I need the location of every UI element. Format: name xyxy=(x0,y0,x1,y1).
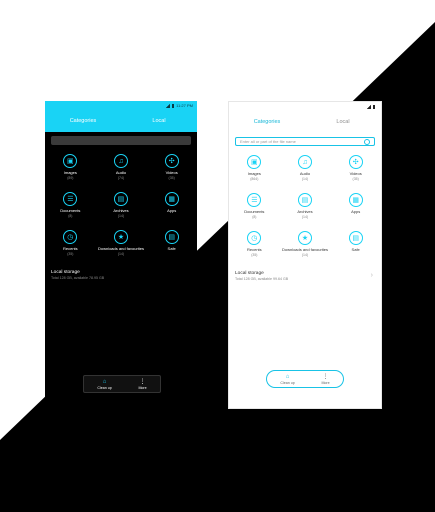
more-button[interactable]: ⋮ More xyxy=(138,379,146,390)
tab-bar: Categories Local xyxy=(229,111,381,133)
category-count: (14) xyxy=(117,213,125,218)
category-documents[interactable]: ☰ Documents (8) xyxy=(229,193,280,227)
tab-categories[interactable]: Categories xyxy=(45,118,121,124)
bottom-action-bar: ⌂ Clean up ⋮ More xyxy=(83,375,161,393)
category-archives[interactable]: ▤ Archives (14) xyxy=(96,192,147,226)
local-storage-item[interactable]: Local storage Total 128 GB, available 99… xyxy=(229,271,381,281)
videos-icon: ✣ xyxy=(164,154,179,168)
more-icon: ⋮ xyxy=(322,373,329,380)
category-count: (14) xyxy=(301,176,309,181)
star-icon: ★ xyxy=(113,230,128,244)
clean-up-button[interactable]: ⌂ Clean up xyxy=(280,374,294,385)
broom-icon: ⌂ xyxy=(285,373,290,380)
search-input[interactable] xyxy=(51,136,191,145)
category-count: (14) xyxy=(117,251,125,256)
archives-icon: ▤ xyxy=(113,192,128,206)
search-input[interactable]: Enter all or part of the file name xyxy=(235,137,375,146)
category-count: (8) xyxy=(68,213,73,218)
category-count: (35) xyxy=(168,175,175,180)
voice-search-icon[interactable] xyxy=(364,138,370,145)
category-videos[interactable]: ✣ Videos (35) xyxy=(146,154,197,188)
category-downloads-and-favourites[interactable]: ★ Downloads and favourites (14) xyxy=(280,231,331,265)
images-icon: ▣ xyxy=(63,154,78,168)
battery-icon xyxy=(373,104,375,109)
category-audio[interactable]: ♫ Audio (74) xyxy=(96,154,147,188)
category-safe[interactable]: ▤ Safe xyxy=(146,230,197,264)
archives-icon: ▤ xyxy=(297,193,312,207)
more-label: More xyxy=(321,380,330,385)
more-label: More xyxy=(138,385,147,390)
audio-icon: ♫ xyxy=(113,154,128,168)
storage-subtitle: Total 128 GB, available 78.95 GB xyxy=(51,276,105,280)
dark-theme-phone: 11:27 PM Categories Local ▣ Images (89) ♫ Au… xyxy=(45,101,197,409)
category-label: Safe xyxy=(167,246,176,251)
category-grid: ▣ Images (864) ♫ Audio (14) ✣ Videos (35) ☰ Docume… xyxy=(229,155,381,265)
safe-icon: ▤ xyxy=(348,231,363,245)
category-label: Apps xyxy=(351,209,361,214)
status-time: 11:27 PM xyxy=(176,103,193,108)
category-count: (35) xyxy=(251,252,258,257)
tab-local[interactable]: Local xyxy=(121,118,197,124)
category-images[interactable]: ▣ Images (89) xyxy=(45,154,96,188)
battery-icon xyxy=(172,103,175,108)
videos-icon: ✣ xyxy=(348,155,363,169)
category-label: Apps xyxy=(167,208,177,213)
category-archives[interactable]: ▤ Archives (14) xyxy=(280,193,331,227)
category-apps[interactable]: ▦ Apps xyxy=(330,193,381,227)
clean-up-label: Clean up xyxy=(97,385,112,390)
chevron-right-icon: › xyxy=(370,272,373,279)
signal-icon xyxy=(166,103,171,108)
tab-categories[interactable]: Categories xyxy=(229,119,305,125)
tab-bar: Categories Local xyxy=(45,110,197,132)
local-storage-item[interactable]: Local storage Total 128 GB, available 78… xyxy=(45,270,197,280)
category-recents[interactable]: ◷ Recents (35) xyxy=(229,231,280,265)
category-count: (864) xyxy=(250,176,259,181)
storage-subtitle: Total 128 GB, available 99.64 GB xyxy=(235,277,289,281)
documents-icon: ☰ xyxy=(247,193,262,207)
category-count: (35) xyxy=(67,251,74,256)
category-apps[interactable]: ▦ Apps xyxy=(146,192,197,226)
category-count: (8) xyxy=(252,214,257,219)
category-count: (14) xyxy=(301,214,309,219)
status-bar xyxy=(229,102,381,111)
more-icon: ⋮ xyxy=(139,378,146,385)
star-icon: ★ xyxy=(297,231,312,245)
documents-icon: ☰ xyxy=(63,192,78,206)
category-count: (74) xyxy=(117,175,125,180)
apps-icon: ▦ xyxy=(348,193,363,207)
apps-icon: ▦ xyxy=(164,192,179,206)
category-count: (35) xyxy=(352,176,359,181)
category-count: (14) xyxy=(301,252,309,257)
category-grid: ▣ Images (89) ♫ Audio (74) ✣ Videos (35) ☰ Documen… xyxy=(45,154,197,264)
recents-icon: ◷ xyxy=(247,231,262,245)
clean-up-button[interactable]: ⌂ Clean up xyxy=(97,379,111,390)
category-audio[interactable]: ♫ Audio (14) xyxy=(280,155,331,189)
bottom-action-bar: ⌂ Clean up ⋮ More xyxy=(266,370,344,388)
category-videos[interactable]: ✣ Videos (35) xyxy=(330,155,381,189)
light-theme-phone: Categories Local Enter all or part of th… xyxy=(228,101,382,409)
tab-local[interactable]: Local xyxy=(305,119,381,125)
more-button[interactable]: ⋮ More xyxy=(321,374,329,385)
category-label: Safe xyxy=(351,247,360,252)
status-bar: 11:27 PM xyxy=(45,101,197,110)
category-documents[interactable]: ☰ Documents (8) xyxy=(45,192,96,226)
category-downloads-and-favourites[interactable]: ★ Downloads and favourites (14) xyxy=(96,230,147,264)
category-count: (89) xyxy=(67,175,74,180)
broom-icon: ⌂ xyxy=(102,378,107,385)
clean-up-label: Clean up xyxy=(280,380,295,385)
storage-title: Local storage xyxy=(235,271,264,276)
category-safe[interactable]: ▤ Safe xyxy=(330,231,381,265)
category-images[interactable]: ▣ Images (864) xyxy=(229,155,280,189)
audio-icon: ♫ xyxy=(297,155,312,169)
recents-icon: ◷ xyxy=(63,230,78,244)
signal-icon xyxy=(367,104,371,109)
storage-title: Local storage xyxy=(51,270,80,275)
category-recents[interactable]: ◷ Recents (35) xyxy=(45,230,96,264)
search-placeholder: Enter all or part of the file name xyxy=(240,139,296,144)
safe-icon: ▤ xyxy=(164,230,179,244)
images-icon: ▣ xyxy=(247,155,262,169)
